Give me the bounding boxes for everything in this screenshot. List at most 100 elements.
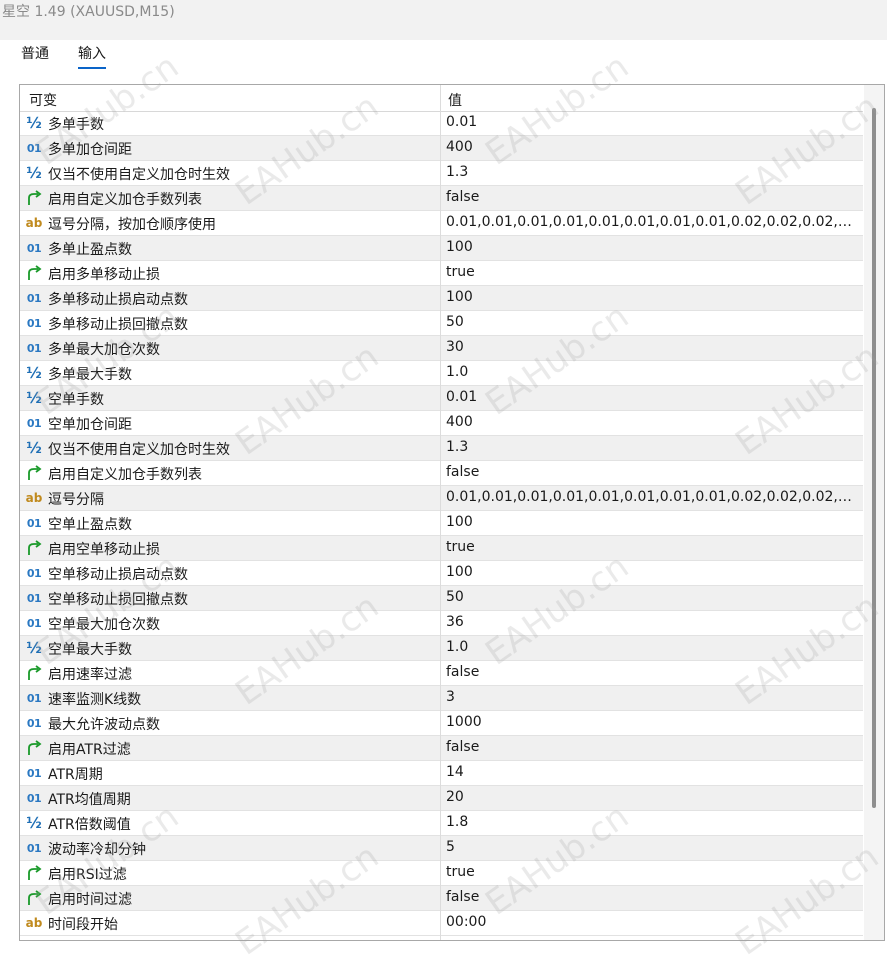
parameter-row[interactable]: 01 速率监测K线数 3: [20, 686, 863, 711]
parameter-value[interactable]: 50: [446, 314, 858, 330]
parameter-row[interactable]: ab 时间段开始 00:00: [20, 911, 863, 936]
parameter-row[interactable]: ½ 多单手数 0.01: [20, 111, 863, 136]
parameter-value[interactable]: 0.01: [446, 114, 858, 130]
int-icon: 01: [26, 241, 42, 255]
int-icon: 01: [26, 566, 42, 580]
parameter-value[interactable]: 100: [446, 239, 858, 255]
parameter-name: 空单移动止损回撤点数: [48, 592, 188, 608]
parameter-name: 空单最大加仓次数: [48, 617, 160, 633]
bool-arrow-icon: [25, 664, 43, 682]
parameter-value[interactable]: 14: [446, 764, 858, 780]
parameter-value[interactable]: 100: [446, 514, 858, 530]
vertical-scrollbar[interactable]: [864, 85, 884, 940]
column-header-variable[interactable]: 可变: [29, 90, 57, 110]
parameter-row[interactable]: 启用时间过滤 false: [20, 886, 863, 911]
scrollbar-thumb[interactable]: [872, 108, 876, 808]
parameter-value[interactable]: 30: [446, 339, 858, 355]
parameter-name: 空单手数: [48, 392, 104, 408]
int-icon: 01: [26, 291, 42, 305]
parameter-row[interactable]: 01 最大允许波动点数 1000: [20, 711, 863, 736]
parameter-value[interactable]: 36: [446, 614, 858, 630]
parameter-value[interactable]: 5: [446, 839, 858, 855]
parameter-row[interactable]: 01 波动率冷却分钟 5: [20, 836, 863, 861]
parameter-row[interactable]: ab 逗号分隔，按加仓顺序使用 0.01,0.01,0.01,0.01,0.01,0…: [20, 211, 863, 236]
parameter-row[interactable]: ½ 空单手数 0.01: [20, 386, 863, 411]
parameter-row[interactable]: ½ 空单最大手数 1.0: [20, 636, 863, 661]
parameter-row[interactable]: 01 多单加仓间距 400: [20, 136, 863, 161]
parameter-value[interactable]: 400: [446, 139, 858, 155]
parameter-value[interactable]: 100: [446, 289, 858, 305]
parameter-row[interactable]: 01 多单移动止损启动点数 100: [20, 286, 863, 311]
parameter-value[interactable]: false: [446, 189, 858, 205]
parameter-value[interactable]: 1.3: [446, 164, 858, 180]
parameter-row[interactable]: ½ ATR倍数阈值 1.8: [20, 811, 863, 836]
parameter-value[interactable]: 100: [446, 564, 858, 580]
string-icon: ab: [25, 491, 43, 505]
parameter-row[interactable]: 启用空单移动止损 true: [20, 536, 863, 561]
parameter-value[interactable]: 50: [446, 589, 858, 605]
parameter-row[interactable]: 01 ATR均值周期 20: [20, 786, 863, 811]
parameter-row[interactable]: 01 空单移动止损回撤点数 50: [20, 586, 863, 611]
parameter-row[interactable]: 启用RSI过滤 true: [20, 861, 863, 886]
parameter-name: ATR倍数阈值: [48, 817, 131, 833]
parameter-row[interactable]: 01 多单移动止损回撤点数 50: [20, 311, 863, 336]
inputs-grid: 可变 值 ½ 多单手数 0.01 01 多单加仓间距 400 ½ 仅当不使用自定义加仓时生效 1…: [19, 84, 885, 941]
column-divider[interactable]: [440, 85, 441, 940]
half-icon: ½: [26, 364, 42, 382]
title-bar: 星空 1.49 (XAUUSD,M15): [0, 0, 887, 40]
parameter-name: 启用自定义加仓手数列表: [48, 192, 202, 208]
parameter-name: 多单加仓间距: [48, 142, 132, 158]
parameter-value[interactable]: 1.8: [446, 814, 858, 830]
int-icon: 01: [26, 616, 42, 630]
parameter-name: ATR均值周期: [48, 792, 131, 808]
parameter-value[interactable]: 1.0: [446, 364, 858, 380]
parameter-row[interactable]: ½ 仅当不使用自定义加仓时生效 1.3: [20, 436, 863, 461]
parameter-row[interactable]: 01 多单止盈点数 100: [20, 236, 863, 261]
parameter-row[interactable]: 启用自定义加仓手数列表 false: [20, 461, 863, 486]
parameter-row[interactable]: ½ 仅当不使用自定义加仓时生效 1.3: [20, 161, 863, 186]
parameter-row[interactable]: ab 逗号分隔 0.01,0.01,0.01,0.01,0.01,0.01,0.01…: [20, 486, 863, 511]
parameter-value[interactable]: 0.01,0.01,0.01,0.01,0.01,0.01,0.01,0.01,…: [446, 214, 858, 230]
parameter-name: 启用多单移动止损: [48, 267, 160, 283]
parameter-row[interactable]: 启用速率过滤 false: [20, 661, 863, 686]
int-icon: 01: [26, 316, 42, 330]
parameter-value[interactable]: 0.01,0.01,0.01,0.01,0.01,0.01,0.01,0.01,…: [446, 489, 858, 505]
int-icon: 01: [26, 591, 42, 605]
parameter-value[interactable]: 3: [446, 689, 858, 705]
parameter-row[interactable]: 01 ATR周期 14: [20, 761, 863, 786]
parameter-value[interactable]: 1.0: [446, 639, 858, 655]
parameter-value[interactable]: 1.3: [446, 439, 858, 455]
parameter-value[interactable]: true: [446, 539, 858, 555]
parameter-name: 多单移动止损回撤点数: [48, 317, 188, 333]
parameter-value[interactable]: true: [446, 864, 858, 880]
parameter-value[interactable]: true: [446, 264, 858, 280]
parameter-value[interactable]: false: [446, 464, 858, 480]
int-icon: 01: [26, 341, 42, 355]
parameter-value[interactable]: 400: [446, 414, 858, 430]
parameter-row[interactable]: ½ 多单最大手数 1.0: [20, 361, 863, 386]
parameter-row[interactable]: 01 空单加仓间距 400: [20, 411, 863, 436]
tab-general[interactable]: 普通: [21, 43, 49, 67]
parameter-value[interactable]: 20: [446, 789, 858, 805]
int-icon: 01: [26, 691, 42, 705]
parameter-value[interactable]: false: [446, 664, 858, 680]
tab-inputs[interactable]: 输入: [78, 43, 106, 69]
parameter-value[interactable]: false: [446, 739, 858, 755]
int-icon: 01: [26, 841, 42, 855]
parameter-row[interactable]: 启用多单移动止损 true: [20, 261, 863, 286]
parameter-row[interactable]: 01 空单最大加仓次数 36: [20, 611, 863, 636]
parameter-name: 多单最大手数: [48, 367, 132, 383]
parameter-value[interactable]: 00:00: [446, 914, 858, 930]
parameter-row[interactable]: 启用ATR过滤 false: [20, 736, 863, 761]
parameter-row[interactable]: 01 空单移动止损启动点数 100: [20, 561, 863, 586]
parameter-rows: ½ 多单手数 0.01 01 多单加仓间距 400 ½ 仅当不使用自定义加仓时生效 1.3 启用自…: [20, 111, 863, 936]
parameter-value[interactable]: false: [446, 889, 858, 905]
parameter-value[interactable]: 1000: [446, 714, 858, 730]
parameter-name: 波动率冷却分钟: [48, 842, 146, 858]
parameter-value[interactable]: 0.01: [446, 389, 858, 405]
column-header-value[interactable]: 值: [448, 90, 462, 110]
parameter-name: 启用空单移动止损: [48, 542, 160, 558]
parameter-row[interactable]: 启用自定义加仓手数列表 false: [20, 186, 863, 211]
parameter-row[interactable]: 01 空单止盈点数 100: [20, 511, 863, 536]
parameter-row[interactable]: 01 多单最大加仓次数 30: [20, 336, 863, 361]
